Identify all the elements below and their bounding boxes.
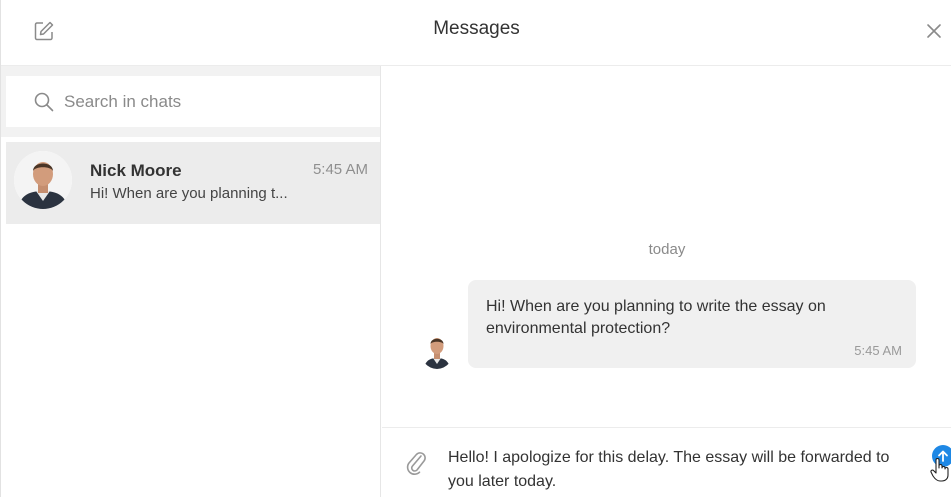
search-box[interactable]: [6, 76, 380, 127]
message-text: Hi! When are you planning to write the e…: [486, 298, 826, 337]
page-title: Messages: [433, 18, 520, 39]
chat-preview: Hi! When are you planning t...: [90, 185, 288, 202]
message-bubble: Hi! When are you planning to write the e…: [468, 280, 916, 368]
hand-cursor-icon: [930, 458, 949, 482]
message-avatar: [420, 331, 454, 369]
chat-list-item[interactable]: Nick Moore 5:45 AM Hi! When are you plan…: [6, 142, 380, 224]
conversation-pane: today Hi! When are you planning to write…: [382, 66, 951, 427]
day-separator: today: [648, 241, 686, 258]
close-button[interactable]: [921, 18, 947, 44]
close-icon: [927, 24, 941, 38]
search-area: [1, 66, 380, 137]
search-icon: [34, 92, 54, 111]
chat-contact-name: Nick Moore: [90, 161, 182, 180]
message-timestamp: 5:45 AM: [854, 343, 902, 358]
message-input[interactable]: Hello! I apologize for this delay. The e…: [448, 446, 908, 494]
avatar: [14, 151, 72, 209]
search-input[interactable]: [64, 91, 364, 112]
paperclip-icon: [406, 452, 426, 475]
attach-button[interactable]: [404, 448, 428, 476]
chat-sidebar: Nick Moore 5:45 AM Hi! When are you plan…: [1, 66, 381, 497]
chat-timestamp: 5:45 AM: [312, 161, 368, 178]
message-composer: Hello! I apologize for this delay. The e…: [382, 427, 951, 497]
messages-window: Messages Search in chats Nick Moore 5:45…: [0, 0, 951, 497]
header: Messages: [1, 0, 951, 66]
